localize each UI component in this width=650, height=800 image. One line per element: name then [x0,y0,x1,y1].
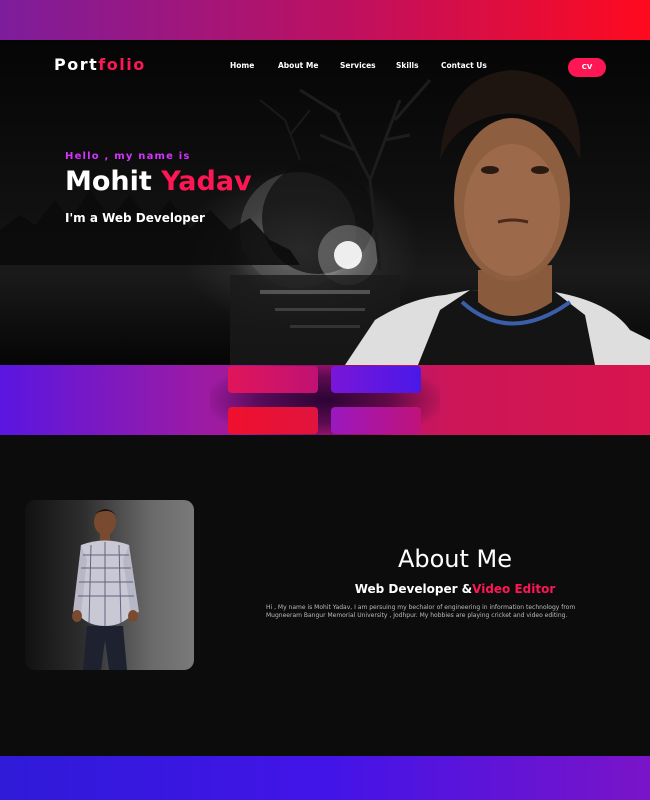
logo[interactable]: Portfolio [54,55,146,74]
top-gradient-bar [0,0,650,40]
hero-name: Mohit Yadav [65,166,252,197]
band-tile [331,407,421,434]
about-subtitle: Web Developer &Video Editor [305,582,605,596]
bottom-gradient-bar [0,756,650,800]
hero-greeting: Hello , my name is [65,151,191,162]
nav-about-me[interactable]: About Me [278,61,318,70]
about-description: Hi , My name is Mohit Yadav, I am persui… [266,604,576,619]
about-title: About Me [397,545,513,573]
about-subtitle-white: Web Developer & [354,582,473,596]
about-person-illustration [72,509,139,670]
about-photo [25,500,194,670]
band-tile [228,366,318,393]
hero-last-name: Yadav [161,166,252,197]
nav-services[interactable]: Services [340,61,376,70]
nav-skills[interactable]: Skills [396,61,419,70]
nav-contact-us[interactable]: Contact Us [441,61,487,70]
gradient-band [0,365,650,435]
logo-part-1: Port [54,55,99,74]
hero-first-name: Mohit [65,166,152,197]
hero-role: I'm a Web Developer [65,211,205,225]
about-subtitle-red: Video Editor [472,582,556,596]
nav-home[interactable]: Home [230,61,254,70]
logo-part-2: folio [98,55,146,74]
navbar: Portfolio Home About Me Services Skills … [0,40,650,95]
band-tile [331,366,421,393]
band-tile [228,407,318,434]
cv-button[interactable]: CV [568,58,606,77]
